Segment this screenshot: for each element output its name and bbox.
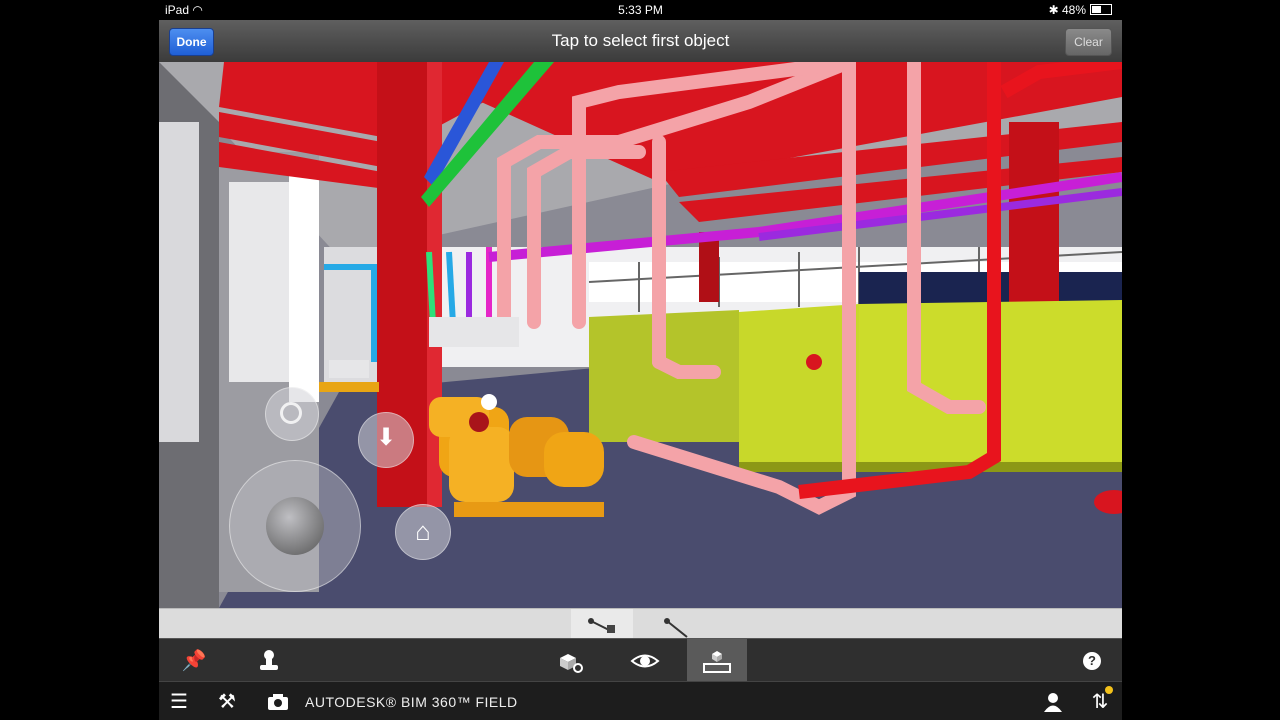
sync-button[interactable]: ⇅ [1083,682,1117,720]
joystick-control[interactable] [229,460,361,592]
objects-button[interactable] [539,639,599,682]
bluetooth-icon: ✱ [1048,3,1059,17]
camera-button[interactable] [261,682,295,720]
home-view-control[interactable]: ⌂ [395,504,451,560]
menu-icon: ☰ [170,691,188,713]
orbit-icon [280,402,302,424]
measure-button[interactable] [687,639,747,682]
clear-button[interactable]: Clear [1065,28,1112,56]
sync-badge [1105,686,1113,694]
pin-icon: 📌 [181,650,207,672]
status-bar: iPad ◠ 5:33 PM ✱ 48% [159,0,1122,20]
user-button[interactable] [1036,682,1070,720]
orbit-control[interactable] [265,387,319,441]
status-time: 5:33 PM [618,3,663,17]
measure-icon [703,650,731,673]
battery-status: ✱ 48% [1049,3,1112,17]
joystick-knob[interactable] [266,497,324,555]
help-button[interactable]: ? [1062,639,1122,682]
battery-icon [1090,4,1112,15]
pin-button[interactable]: 📌 [164,639,224,682]
measure-mode-strip [159,608,1122,639]
arrow-down-icon: ⬇ [375,424,397,451]
measure-point-tab[interactable] [647,609,709,639]
home-icon: ⌂ [415,516,431,546]
stamp-button[interactable] [239,639,299,682]
camera-icon [268,693,288,710]
navigation-bar: Done Tap to select first object Clear [159,20,1122,62]
app-brand: AUTODESK® BIM 360™ FIELD [305,694,518,710]
objects-icon [560,653,583,673]
tools-icon: ⚒ [218,691,236,713]
menu-button[interactable]: ☰ [162,682,196,720]
help-icon: ? [1083,651,1101,670]
page-title: Tap to select first object [551,31,730,50]
visibility-button[interactable] [615,639,675,682]
stamp-icon [260,649,278,670]
user-icon [1044,692,1062,712]
measure-object-tab[interactable] [571,609,633,639]
ipad-screen: iPad ◠ 5:33 PM ✱ 48% Done Tap to select … [159,0,1122,720]
measure-point-icon [664,618,688,638]
tools-button[interactable]: ⚒ [210,682,244,720]
eye-icon [630,654,660,667]
measure-object-icon [588,618,615,633]
view-toolbar: 📌 ? [159,638,1122,682]
app-bar: ☰ ⚒ AUTODESK® BIM 360™ FIELD ⇅ [159,681,1122,720]
move-down-control[interactable]: ⬇ [358,412,414,468]
3d-model-viewport[interactable]: ⬇ ⌂ [159,62,1122,608]
